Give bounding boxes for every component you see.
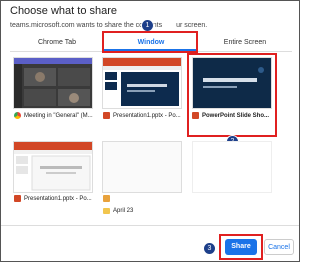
powerpoint-icon [192,112,199,119]
ppt-preview-2 [14,142,92,191]
tab-entire-screen[interactable]: Entire Screen [198,35,292,50]
dialog-subtitle: teams.microsoft.com wants to share the c… [10,22,207,29]
window-thumb-teams[interactable] [13,57,93,109]
blank-preview [103,142,181,192]
annotation-highlight-window-tab [102,31,198,53]
window-caption-folder: April 23 [103,208,133,214]
tab-chrome-tab[interactable]: Chrome Tab [10,35,104,50]
window-thumb-empty[interactable] [192,141,272,193]
subtitle-text: teams.microsoft.com wants to share the c… [10,22,163,29]
generic-window-icon [103,195,110,202]
dialog-title: Choose what to share [10,5,118,17]
window-caption-blank [103,195,113,202]
window-caption-teams: Meeting in "General" (M... [14,112,93,119]
share-button[interactable]: Share [225,239,257,255]
ppt-preview [103,58,181,106]
subtitle-text-end: ur screen. [176,22,208,29]
window-caption-slideshow: PowerPoint Slide Sho... [192,112,269,119]
cancel-button[interactable]: Cancel [264,239,294,255]
window-thumb-ppt-2[interactable] [13,141,93,193]
chrome-icon [14,112,21,119]
step-badge-3: 3 [203,242,216,255]
powerpoint-icon [103,112,110,119]
share-dialog: Choose what to share teams.microsoft.com… [0,0,300,262]
annotation-highlight-slideshow-window [187,53,277,137]
window-thumb-ppt-1[interactable] [102,57,182,109]
teams-preview [14,58,92,108]
window-caption-ppt-1: Presentation1.pptx - Po... [103,112,181,119]
folder-icon [103,208,110,214]
window-caption-ppt-2: Presentation1.pptx - Po... [14,195,92,202]
footer-divider [1,225,299,226]
window-thumb-blank[interactable] [102,141,182,193]
powerpoint-icon [14,195,21,202]
